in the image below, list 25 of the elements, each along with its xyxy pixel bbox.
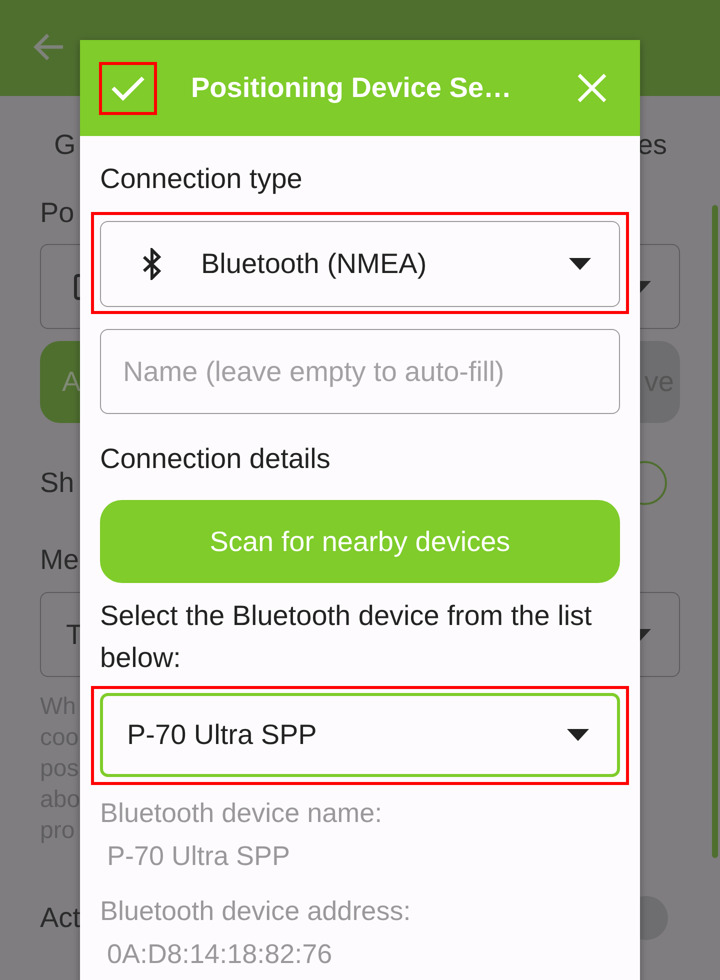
device-dropdown[interactable]: P-70 Ultra SPP: [100, 693, 620, 777]
check-icon: [110, 74, 146, 102]
dialog-title: Positioning Device Se…: [191, 72, 513, 104]
bluetooth-icon: [142, 248, 162, 280]
tab[interactable]: G: [54, 128, 76, 162]
section-label: Connection details: [100, 442, 332, 476]
section-label: Connection type: [100, 162, 304, 196]
field-label: Po: [40, 196, 74, 230]
detail-label: Bluetooth device name:: [100, 797, 384, 830]
scan-button[interactable]: Scan for nearby devices: [100, 500, 620, 583]
connection-type-dropdown[interactable]: Bluetooth (NMEA): [100, 221, 620, 307]
setting-label: Act: [40, 901, 80, 935]
detail-label: Bluetooth device address:: [100, 895, 412, 928]
name-field[interactable]: Name (leave empty to auto-fill): [100, 329, 620, 414]
dropdown-value: Bluetooth (NMEA): [201, 248, 428, 280]
setting-label: Sh: [40, 466, 74, 500]
detail-value: 0A:D8:14:18:82:76: [106, 938, 334, 971]
dropdown-value: P-70 Ultra SPP: [127, 719, 318, 751]
caret-icon: [569, 258, 591, 270]
close-icon: [577, 73, 607, 103]
detail-value: P-70 Ultra SPP: [106, 840, 292, 873]
caret-icon: [567, 729, 589, 741]
back-icon: [33, 33, 65, 61]
field-label: Me: [40, 543, 79, 577]
instruction-text: Select the Bluetooth device from the list below:: [100, 599, 593, 675]
